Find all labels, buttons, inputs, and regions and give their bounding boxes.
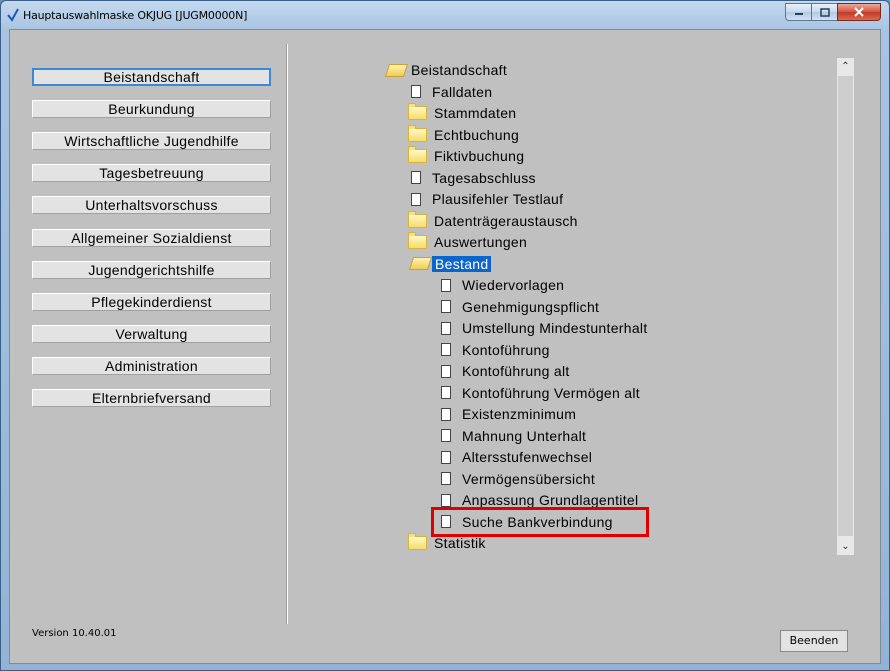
scroll-up-arrow-icon[interactable]: ⌃ — [837, 58, 854, 75]
open-folder-icon — [384, 63, 409, 77]
tree-item[interactable]: Beistandschaft — [384, 60, 507, 80]
tree-item[interactable]: Tagesabschluss — [408, 168, 536, 188]
tree-item[interactable]: Existenzminimum — [438, 404, 576, 424]
document-icon — [411, 85, 421, 98]
nav-button-pflegekinderdienst[interactable]: Pflegekinderdienst — [32, 292, 271, 311]
title-bar[interactable]: Hauptauswahlmaske OKJUG [JUGM0000N] — [1, 1, 889, 29]
tree-item-label: Bestand — [432, 255, 492, 272]
tree-item-label: Umstellung Mindestunterhalt — [462, 320, 648, 336]
document-icon — [441, 450, 451, 464]
maximize-icon — [819, 7, 830, 17]
nav-button-wirtschaftliche-jugendhilfe[interactable]: Wirtschaftliche Jugendhilfe — [32, 132, 271, 151]
version-label: Version 10.40.01 — [32, 628, 117, 639]
tree-item[interactable]: Bestand — [408, 254, 492, 274]
tree-item-label: Beistandschaft — [411, 62, 508, 78]
tree-item[interactable]: Umstellung Mindestunterhalt — [438, 318, 648, 338]
nav-button-elternbriefversand[interactable]: Elternbriefversand — [32, 389, 271, 407]
nav-button-beistandschaft[interactable]: Beistandschaft — [32, 68, 271, 86]
nav-button-unterhaltsvorschuss[interactable]: Unterhaltsvorschuss — [32, 196, 271, 215]
menu-tree: Beistandschaft Falldaten Stammdaten Echtbuc… — [384, 58, 824, 556]
nav-button-beurkundung[interactable]: Beurkundung — [32, 100, 271, 119]
tree-item-label: Stammdaten — [434, 105, 517, 121]
window-controls — [785, 3, 881, 21]
document-icon — [441, 300, 451, 313]
main-panel: Beistandschaft Beurkundung Wirtschaftliche… — [9, 29, 881, 664]
tree-item[interactable]: Altersstufenwechsel — [438, 447, 592, 467]
tree-item[interactable]: Wiedervorlagen — [438, 275, 564, 295]
document-icon — [441, 472, 451, 485]
document-icon — [441, 321, 451, 335]
tree-item-label: Falldaten — [432, 83, 493, 100]
window-title: Hauptauswahlmaske OKJUG [JUGM0000N] — [23, 9, 248, 22]
panel-divider — [286, 44, 288, 624]
tree-item[interactable]: Mahnung Unterhalt — [438, 426, 586, 446]
tree-item-label: Genehmigungspflicht — [462, 298, 600, 315]
folder-icon — [408, 103, 427, 120]
tree-item-label: Kontoführung Vermögen alt — [462, 384, 640, 401]
folder-icon — [408, 533, 427, 550]
folder-icon — [408, 210, 427, 228]
tree-item[interactable]: Plausifehler Testlauf — [408, 189, 563, 209]
tree-item-label: Existenzminimum — [462, 406, 577, 422]
document-icon — [441, 493, 451, 507]
nav-button-verwaltung[interactable]: Verwaltung — [32, 324, 271, 343]
scrollbar-thumb[interactable] — [838, 76, 853, 536]
document-icon — [441, 407, 451, 421]
tree-item[interactable]: Kontoführung — [438, 340, 550, 360]
document-icon — [411, 171, 421, 184]
close-button[interactable] — [837, 3, 881, 21]
highlight-box — [431, 507, 649, 537]
document-icon — [441, 429, 451, 442]
tree-item-label: Fiktivbuchung — [434, 148, 525, 164]
tree-item-label: Statistik — [434, 535, 486, 551]
tree-item-label: Kontoführung alt — [462, 363, 570, 379]
close-icon — [854, 7, 864, 17]
tree-item-label: Tagesabschluss — [432, 169, 536, 186]
scroll-down-arrow-icon[interactable]: ⌄ — [837, 538, 854, 555]
tree-item-label: Wiedervorlagen — [462, 277, 565, 293]
minimize-button[interactable] — [785, 3, 811, 21]
nav-button-tagesbetreuung[interactable]: Tagesbetreuung — [32, 164, 271, 183]
nav-button-administration[interactable]: Administration — [32, 356, 271, 375]
nav-button-jugendgerichtshilfe[interactable]: Jugendgerichtshilfe — [32, 260, 271, 279]
tree-item[interactable]: Vermögensübersicht — [438, 469, 595, 489]
folder-icon — [408, 124, 427, 142]
document-icon — [411, 192, 421, 206]
nav-button-allgemeiner-sozialdienst[interactable]: Allgemeiner Sozialdienst — [32, 228, 271, 247]
document-icon — [441, 278, 451, 292]
folder-icon — [408, 232, 427, 249]
folder-icon — [408, 146, 427, 163]
tree-item[interactable]: Echtbuchung — [408, 124, 520, 145]
tree-item[interactable]: Kontoführung Vermögen alt — [438, 383, 640, 403]
tree-item-label: Mahnung Unterhalt — [462, 427, 587, 444]
tree-item-label: Kontoführung — [462, 341, 550, 358]
tree-item[interactable]: Stammdaten — [408, 103, 516, 123]
tree-item[interactable]: Falldaten — [408, 82, 492, 102]
tree-item-label: Plausifehler Testlauf — [432, 191, 564, 207]
document-icon — [441, 364, 451, 378]
maximize-button[interactable] — [811, 3, 837, 21]
document-icon — [441, 343, 451, 356]
tree-item-label: Anpassung Grundlagentitel — [462, 492, 639, 508]
tree-item[interactable]: Auswertungen — [408, 232, 527, 252]
open-folder-icon — [408, 257, 433, 270]
tree-item[interactable]: Fiktivbuchung — [408, 146, 524, 166]
tree-scrollbar[interactable]: ⌃ ⌄ — [837, 58, 854, 555]
tree-item[interactable]: Datenträgeraustausch — [408, 210, 578, 231]
tree-item-label: Vermögensübersicht — [462, 470, 596, 487]
tree-item-label: Altersstufenwechsel — [462, 449, 593, 465]
tree-item[interactable]: Kontoführung alt — [438, 361, 570, 381]
app-checkmark-icon — [7, 8, 19, 22]
app-window: Hauptauswahlmaske OKJUG [JUGM0000N] Beis… — [0, 0, 890, 671]
tree-item[interactable]: Genehmigungspflicht — [438, 297, 599, 317]
tree-item-label: Datenträgeraustausch — [434, 212, 578, 229]
beenden-button[interactable]: Beenden — [780, 630, 848, 652]
tree-item-label: Auswertungen — [434, 234, 528, 250]
tree-item-label: Echtbuchung — [434, 126, 520, 143]
minimize-icon — [794, 13, 803, 15]
document-icon — [441, 386, 451, 399]
